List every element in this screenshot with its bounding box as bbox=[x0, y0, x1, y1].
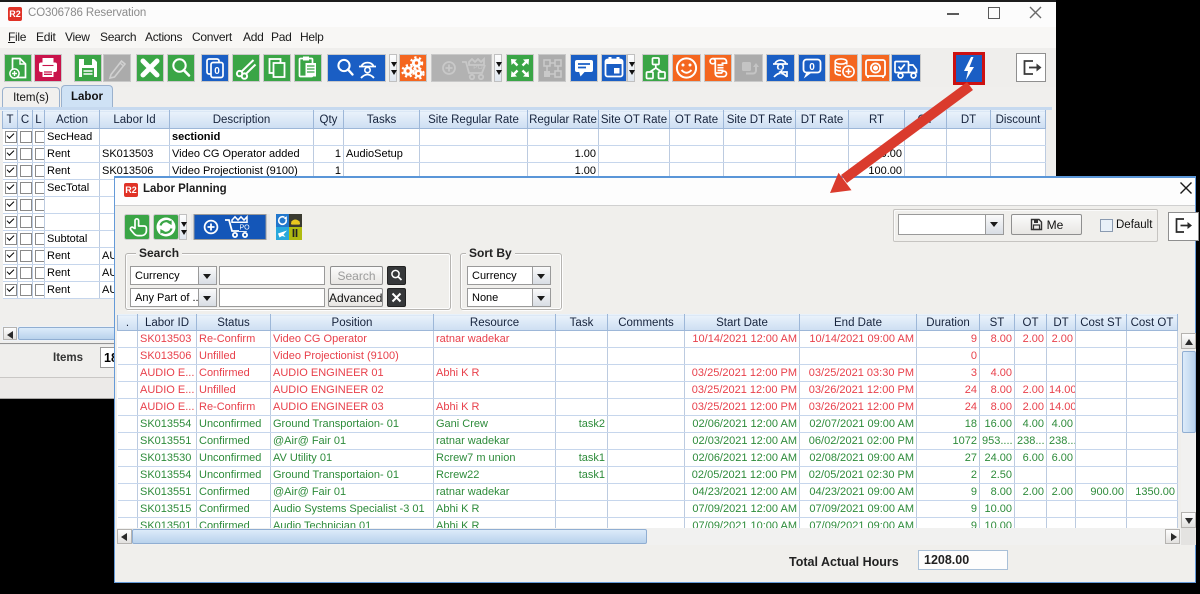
svg-text:PO: PO bbox=[239, 225, 250, 232]
svg-text:0: 0 bbox=[809, 62, 815, 73]
svg-text:0: 0 bbox=[214, 66, 220, 77]
svg-text:PO: PO bbox=[473, 64, 482, 71]
